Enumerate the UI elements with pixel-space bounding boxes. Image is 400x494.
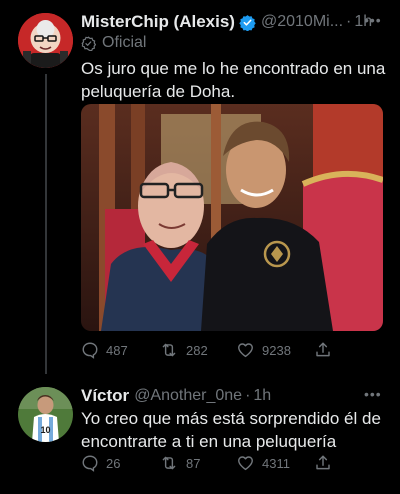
retweet-action[interactable]: 282 (159, 341, 208, 359)
reply-icon (82, 342, 98, 359)
like-action[interactable]: 9238 (236, 341, 291, 359)
share-icon (316, 455, 330, 470)
like-count: 9238 (262, 342, 291, 358)
reply-like-action[interactable]: 4311 (236, 454, 290, 472)
reply-count: 487 (106, 342, 128, 358)
reply-reply-count: 26 (106, 455, 121, 471)
avatar-misterchip[interactable] (18, 13, 73, 68)
retweet-icon (162, 456, 176, 470)
reply-like-count: 4311 (262, 455, 290, 471)
reply-text-line2: encontrarte a ti en una peluquería (81, 432, 337, 451)
retweet-count: 282 (186, 342, 208, 358)
reply-handle[interactable]: @Another_0ne (134, 387, 242, 405)
tweet-text: Os juro que me lo he encontrado en una p… (81, 57, 393, 103)
reply-icon (82, 455, 98, 472)
tweet-text-line2: peluquería de Doha. (81, 82, 236, 101)
verified-badge-icon (239, 14, 256, 31)
reply-share-action[interactable] (314, 454, 339, 472)
svg-text:10: 10 (40, 425, 50, 435)
reply-retweet-action[interactable]: 87 (159, 454, 200, 472)
reply-display-name[interactable]: Víctor (81, 386, 129, 406)
more-icon[interactable]: ••• (364, 12, 382, 28)
reply-separator-dot: · (245, 387, 251, 404)
retweet-icon (162, 343, 176, 357)
share-action[interactable] (314, 341, 339, 359)
reply-retweet-count: 87 (186, 455, 201, 471)
reply-timestamp[interactable]: 1h (253, 387, 271, 405)
share-icon (316, 342, 330, 357)
avatar-victor[interactable]: 10 (18, 387, 73, 442)
reply-text: Yo creo que más está sorprendido él de e… (81, 407, 393, 453)
separator-dot: · (346, 13, 352, 30)
official-label: Oficial (102, 34, 147, 51)
reply-text-line1: Yo creo que más está sorprendido él de (81, 409, 381, 428)
reply-action[interactable]: 487 (81, 341, 128, 359)
heart-icon (238, 343, 253, 358)
thread-line (45, 74, 47, 374)
official-label-icon (81, 35, 96, 51)
heart-icon (238, 456, 253, 471)
reply-more-icon[interactable]: ••• (364, 386, 382, 402)
tweet-text-line1: Os juro que me lo he encontrado en una (81, 59, 386, 78)
display-name[interactable]: MisterChip (Alexis) (81, 12, 235, 32)
tweet-photo[interactable] (81, 104, 383, 331)
reply-reply-action[interactable]: 26 (81, 454, 120, 472)
handle[interactable]: @2010Mi... (261, 13, 343, 31)
